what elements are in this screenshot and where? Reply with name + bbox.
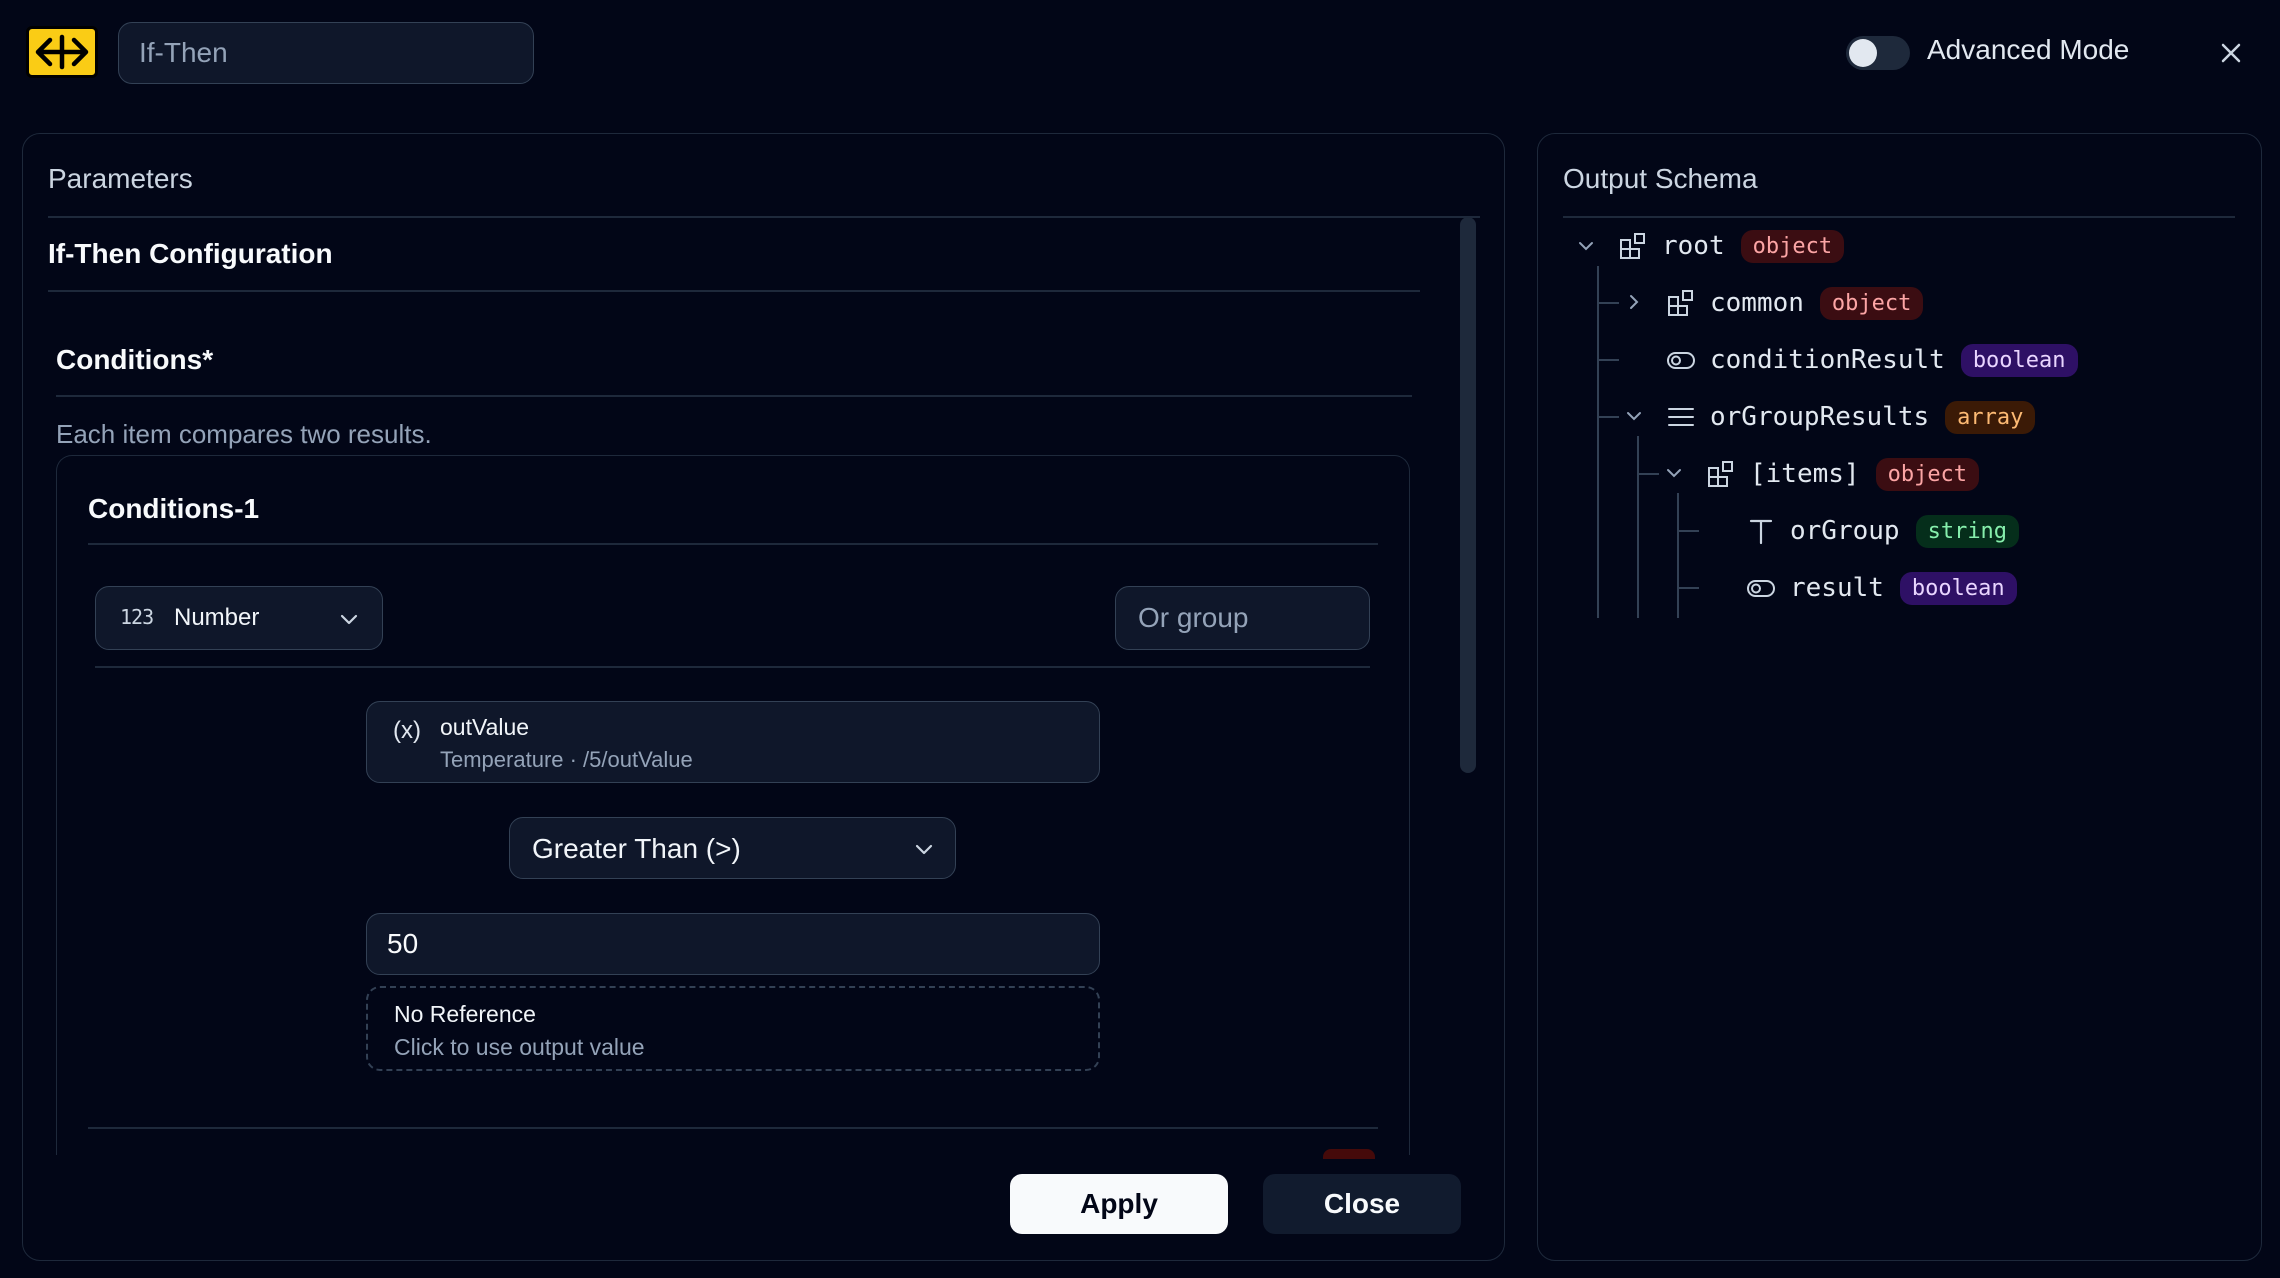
divider	[1563, 216, 2235, 218]
variable-icon: (x)	[393, 717, 421, 744]
apply-button[interactable]: Apply	[1010, 1174, 1228, 1234]
object-icon	[1668, 290, 1693, 316]
right-value-input[interactable]: 50	[366, 913, 1100, 975]
type-badge: array	[1945, 400, 2036, 434]
advanced-mode-label: Advanced Mode	[1927, 34, 2130, 65]
advanced-mode-toggle[interactable]	[1846, 36, 1910, 70]
schema-node-orgroup[interactable]: orGroup string	[1746, 511, 2020, 551]
variable-name: outValue	[440, 714, 530, 740]
schema-node-items[interactable]: [items] object	[1706, 454, 1980, 494]
type-badge: boolean	[1899, 571, 2017, 605]
reference-picker[interactable]: No Reference Click to use output value	[366, 986, 1100, 1071]
operator-label: Greater Than (>)	[532, 833, 741, 864]
type-badge: string	[1915, 514, 2020, 548]
schema-node-result[interactable]: result boolean	[1746, 568, 2017, 608]
tree-line	[1637, 436, 1639, 618]
reference-hint: Click to use output value	[394, 1034, 645, 1060]
condition-title: Conditions-1	[88, 493, 260, 524]
output-schema-title: Output Schema	[1563, 163, 1758, 194]
section-title: If-Then Configuration	[48, 238, 333, 269]
parameters-title: Parameters	[48, 163, 193, 194]
conditions-help-text: Each item compares two results.	[56, 419, 432, 449]
boolean-toggle-icon	[1747, 580, 1775, 597]
tree-line	[1597, 266, 1599, 618]
divider	[88, 543, 1378, 545]
chevron-down-icon[interactable]	[1664, 463, 1684, 483]
divider	[88, 1127, 1378, 1129]
scrollbar[interactable]	[1460, 217, 1476, 773]
node-title-input[interactable]: If-Then	[118, 22, 534, 84]
chevron-down-icon[interactable]	[1576, 236, 1596, 256]
object-icon	[1620, 233, 1645, 259]
chevron-right-icon[interactable]	[1624, 292, 1644, 312]
schema-node-conditionresult[interactable]: conditionResult boolean	[1666, 340, 2078, 380]
node-name: [items]	[1750, 459, 1860, 489]
boolean-toggle-icon	[1667, 352, 1695, 369]
text-type-icon	[1749, 519, 1773, 545]
toggle-knob	[1849, 39, 1877, 67]
schema-node-orgroupresults[interactable]: orGroupResults array	[1666, 397, 2036, 437]
object-icon	[1708, 461, 1733, 487]
tree-line	[1597, 302, 1619, 304]
list-icon	[1668, 408, 1694, 426]
conditions-label: Conditions*	[56, 344, 214, 375]
type-badge: boolean	[1960, 343, 2078, 377]
node-name: result	[1790, 573, 1884, 603]
tree-line	[1637, 473, 1659, 475]
tree-line	[1677, 530, 1699, 532]
type-badge: object	[1819, 286, 1924, 320]
node-name: orGroup	[1790, 516, 1900, 546]
divider	[95, 666, 1370, 668]
divider	[48, 216, 1480, 218]
chevron-down-icon	[915, 844, 933, 855]
tree-line	[1677, 493, 1679, 618]
node-name: common	[1710, 288, 1804, 318]
tree-line	[1597, 359, 1619, 361]
chevron-down-icon	[340, 614, 358, 625]
node-name: orGroupResults	[1710, 402, 1930, 432]
tree-line	[1597, 416, 1619, 418]
reference-title: No Reference	[394, 1001, 536, 1027]
close-icon[interactable]	[2216, 38, 2246, 68]
delete-button-partial[interactable]	[1323, 1149, 1375, 1159]
node-name: conditionResult	[1710, 345, 1945, 375]
number-type-icon: 123	[120, 605, 154, 629]
operator-select[interactable]: Greater Than (>)	[509, 817, 956, 879]
type-badge: object	[1875, 457, 1980, 491]
or-group-input[interactable]: Or group	[1115, 586, 1370, 650]
value-type-label: Number	[174, 604, 260, 631]
left-operand-variable[interactable]: (x) outValue Temperature · /5/outValue	[366, 701, 1100, 783]
schema-node-common[interactable]: common object	[1666, 283, 1924, 323]
chevron-down-icon[interactable]	[1624, 406, 1644, 426]
type-badge: object	[1740, 229, 1845, 263]
schema-node-root[interactable]: root object	[1618, 226, 1845, 266]
if-then-logo-icon	[26, 26, 98, 78]
tree-line	[1677, 587, 1699, 589]
close-button[interactable]: Close	[1263, 1174, 1461, 1234]
divider	[48, 290, 1420, 292]
node-name: root	[1662, 231, 1725, 261]
divider	[56, 395, 1412, 397]
variable-path: Temperature · /5/outValue	[440, 747, 693, 772]
top-bar: If-Then Advanced Mode	[0, 0, 2280, 110]
value-type-select[interactable]: 123 Number	[95, 586, 383, 650]
